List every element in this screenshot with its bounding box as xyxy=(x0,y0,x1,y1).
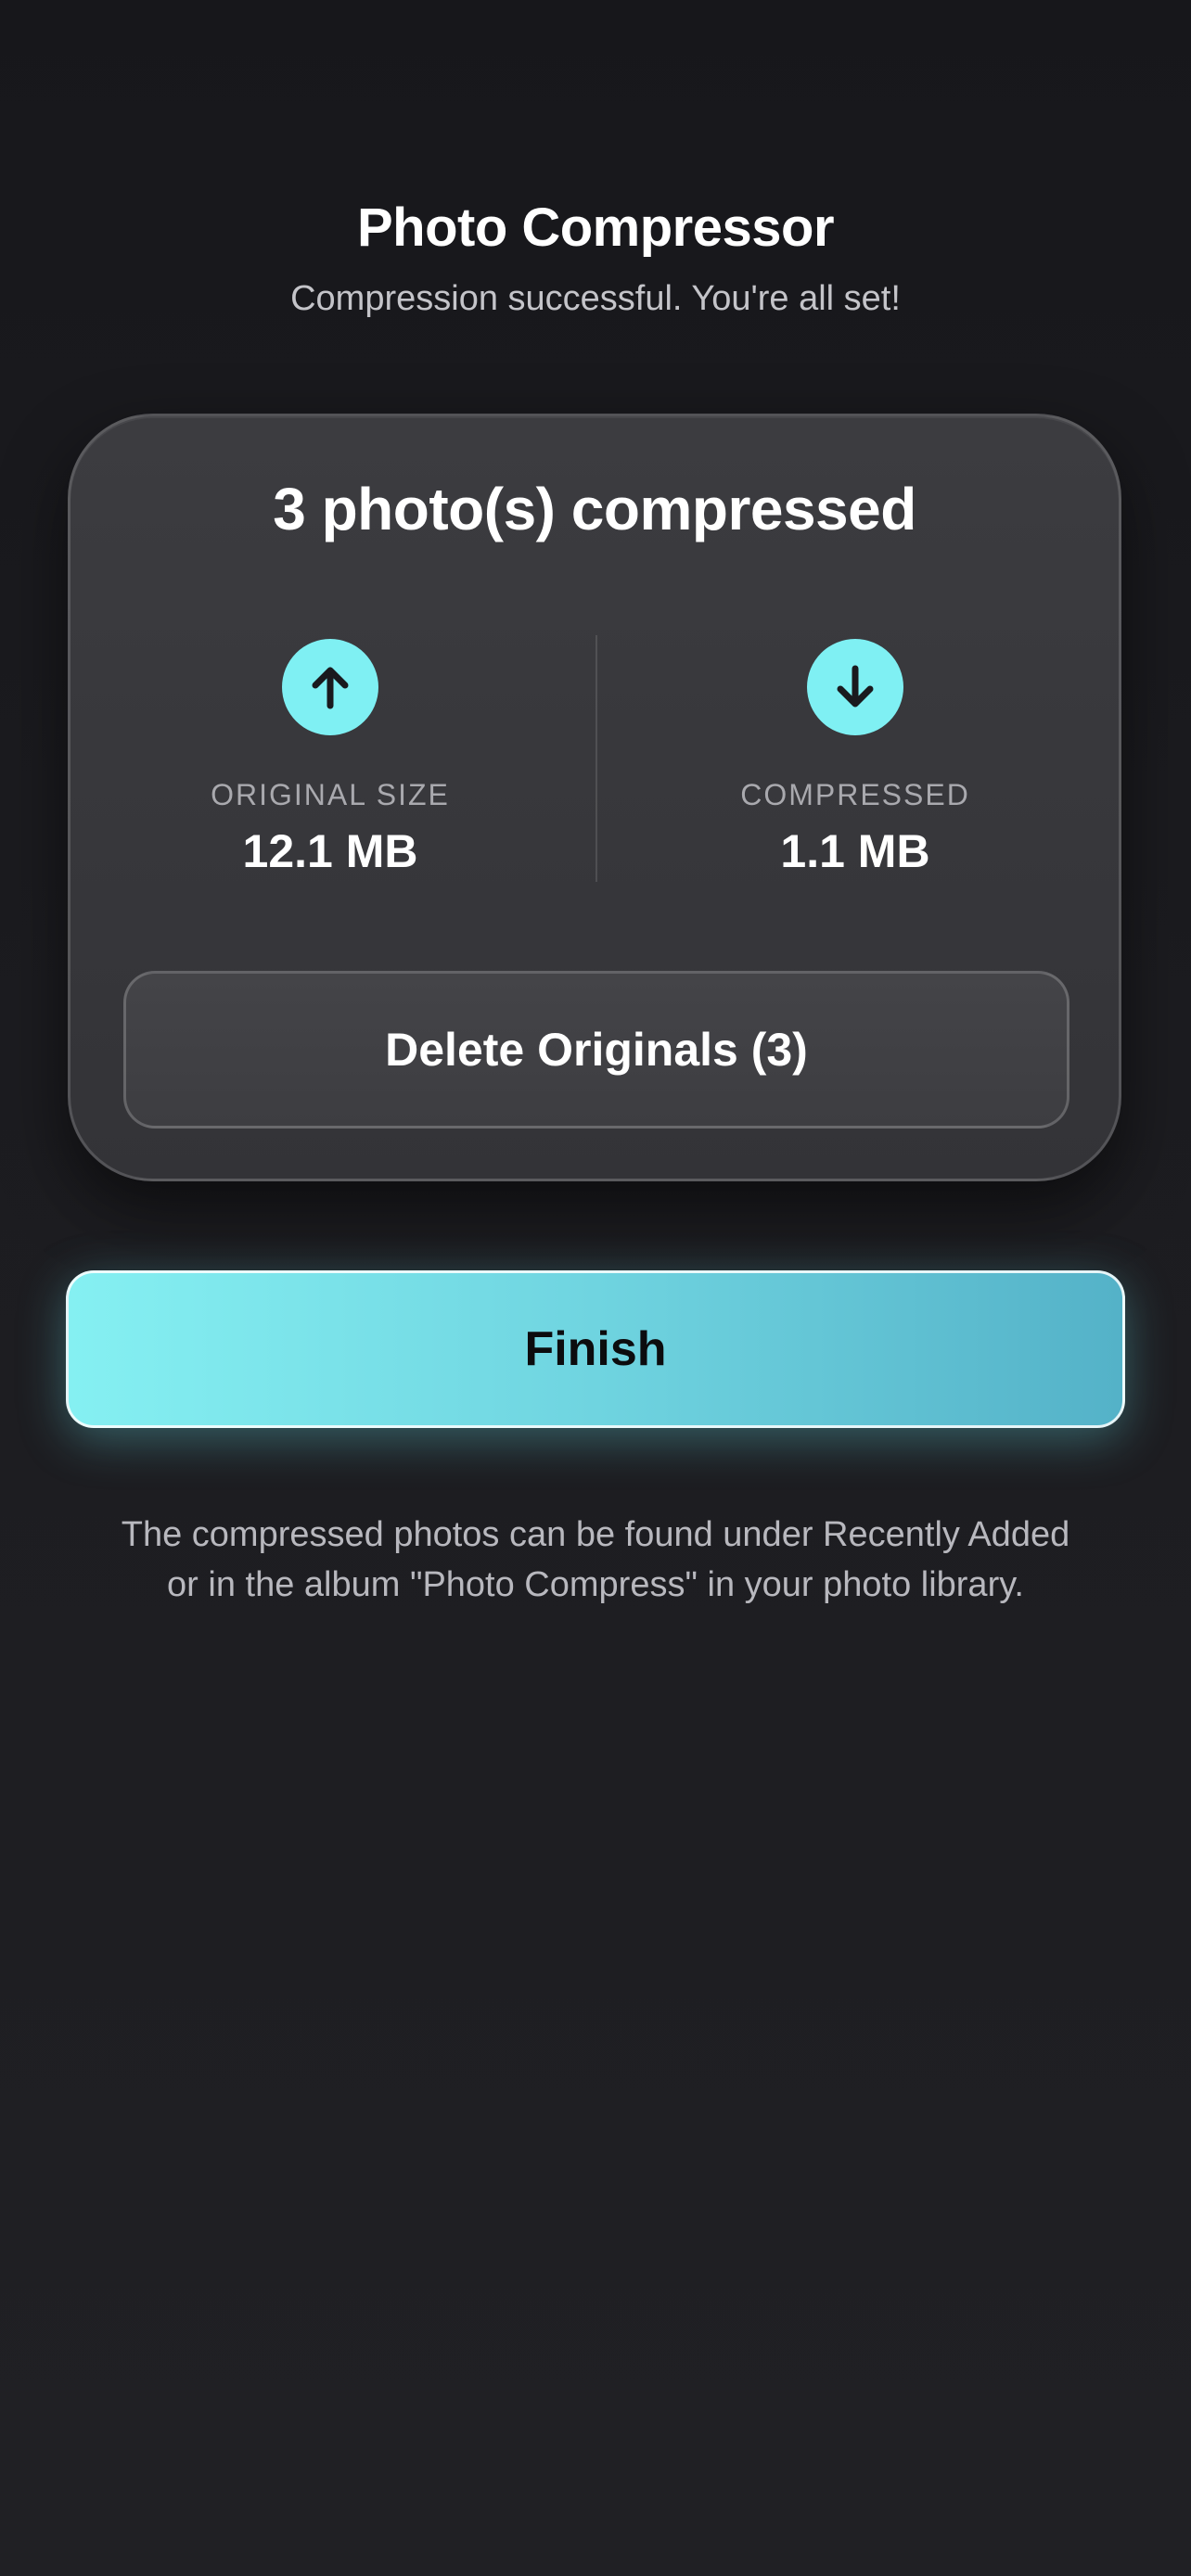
page-title: Photo Compressor xyxy=(356,198,835,258)
footer-note: The compressed photos can be found under… xyxy=(121,1515,1070,1604)
arrow-up-icon xyxy=(282,639,378,735)
original-size-label: ORIGINAL SIZE xyxy=(211,778,450,811)
finish-button[interactable]: Finish xyxy=(66,1270,1125,1428)
compression-summary-card: 3 photo(s) compressed ORIGINAL SIZE 12.1… xyxy=(68,414,1121,1181)
page-subtitle: Compression successful. You're all set! xyxy=(290,279,901,318)
summary-title: 3 photo(s) compressed xyxy=(273,476,916,542)
original-size-stat: ORIGINAL SIZE 12.1 MB xyxy=(70,639,590,880)
arrow-down-icon xyxy=(807,639,903,735)
compressed-size-value: 1.1 MB xyxy=(780,825,930,877)
header: Photo Compressor Compression successful.… xyxy=(0,195,1191,321)
compressed-size-stat: COMPRESSED 1.1 MB xyxy=(596,639,1115,880)
delete-originals-button[interactable]: Delete Originals (3) xyxy=(123,971,1069,1129)
compressed-size-label: COMPRESSED xyxy=(740,778,970,811)
original-size-value: 12.1 MB xyxy=(242,825,418,877)
